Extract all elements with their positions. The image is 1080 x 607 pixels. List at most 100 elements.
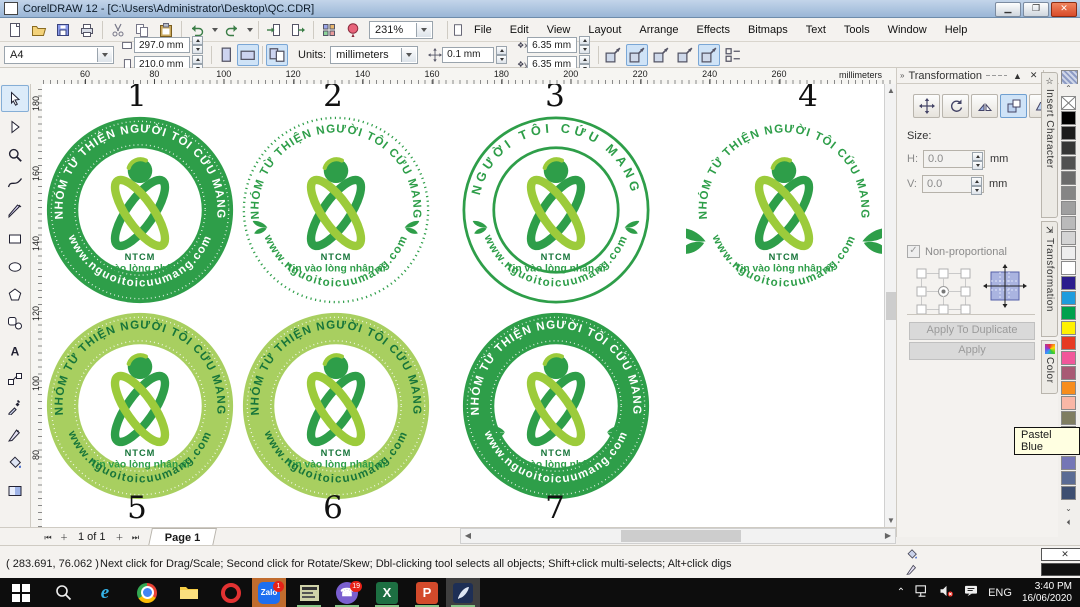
tray-expand-icon[interactable]: ⌃	[897, 587, 905, 598]
color-swatch[interactable]	[1061, 216, 1076, 230]
color-swatch[interactable]	[1061, 141, 1076, 155]
application-launcher-button[interactable]	[317, 19, 341, 41]
color-swatch[interactable]	[1061, 351, 1076, 365]
color-swatch[interactable]	[1061, 396, 1076, 410]
corel-online-button[interactable]	[341, 19, 365, 41]
vertical-scroll-thumb[interactable]	[886, 292, 896, 320]
horizontal-scroll-thumb[interactable]	[621, 530, 741, 542]
chevron-down-icon[interactable]	[97, 48, 112, 62]
polygon-tool[interactable]	[1, 281, 29, 308]
palette-options-icon[interactable]	[1061, 70, 1078, 85]
color-swatch[interactable]	[1061, 171, 1076, 185]
zoom-tool[interactable]	[1, 141, 29, 168]
menu-tools[interactable]: Tools	[835, 22, 879, 38]
landscape-button[interactable]	[237, 44, 259, 66]
badge-number-label[interactable]: 3	[545, 84, 565, 114]
taskbar-internet-explorer[interactable]: e	[88, 578, 122, 607]
scroll-right-arrow[interactable]: ▶	[881, 529, 895, 543]
add-page-after-button[interactable]: ＋	[112, 530, 128, 545]
badge-number-label[interactable]: 1	[127, 84, 147, 114]
taskbar-viber[interactable]: ☎19	[330, 578, 364, 607]
badge-design-5[interactable]: NTCMTin vào lòng nhân áiNHÓM TỪ THIỆN NG…	[42, 308, 238, 504]
badge-number-label[interactable]: 2	[323, 84, 343, 114]
menu-help[interactable]: Help	[936, 22, 977, 38]
open-button[interactable]	[27, 19, 51, 41]
palette-expand-icon[interactable]: ⏴	[1061, 518, 1076, 528]
chevron-down-icon[interactable]	[401, 48, 416, 62]
horizontal-scrollbar[interactable]: ◀ ▶	[460, 528, 896, 544]
fill-indicator[interactable]: ✕	[905, 548, 1080, 561]
transform-rotate-button[interactable]	[942, 94, 969, 118]
close-button[interactable]: ✕	[1051, 2, 1077, 17]
taskbar-excel[interactable]: X	[370, 578, 404, 607]
interactive-blend-tool[interactable]	[1, 365, 29, 392]
clock[interactable]: 3:40 PM 16/06/2020	[1022, 581, 1072, 605]
chevron-down-icon[interactable]	[416, 23, 431, 37]
menu-effects[interactable]: Effects	[688, 22, 739, 38]
badge-number-label[interactable]: 7	[545, 490, 565, 526]
snap-to-objects-button[interactable]	[650, 44, 672, 66]
snap-to-grid-button[interactable]	[602, 44, 624, 66]
paper-width-spinner[interactable]	[192, 36, 203, 54]
snap-to-guidelines-button[interactable]	[626, 44, 648, 66]
taskbar-coreldraw[interactable]	[446, 578, 480, 607]
taskbar-system-app[interactable]	[292, 578, 326, 607]
fill-tool[interactable]	[1, 449, 29, 476]
new-button[interactable]	[3, 19, 27, 41]
text-tool[interactable]: A	[1, 337, 29, 364]
color-swatch[interactable]	[1061, 261, 1076, 275]
menu-file[interactable]: File	[465, 22, 501, 38]
taskbar-chrome[interactable]	[130, 578, 164, 607]
v-size-field[interactable]: 0.0	[922, 175, 984, 193]
interactive-fill-tool[interactable]	[1, 477, 29, 504]
color-swatch-none[interactable]	[1061, 96, 1076, 110]
badge-design-7[interactable]: NTCMTin vào lòng nhân áiNHÓM TỪ THIỆN NG…	[458, 308, 654, 504]
docker-close-icon[interactable]: ✕	[1028, 70, 1040, 81]
first-page-button[interactable]: ⏮	[40, 530, 56, 545]
color-swatch[interactable]	[1061, 381, 1076, 395]
badge-design-1[interactable]: NTCMTin vào lòng nhân áiNHÓM TỪ THIỆN NG…	[42, 112, 238, 308]
taskbar-powerpoint[interactable]: P	[410, 578, 444, 607]
color-swatch[interactable]	[1061, 471, 1076, 485]
paper-width-field[interactable]: 297.0 mm	[134, 37, 190, 53]
taskbar-start[interactable]	[4, 578, 38, 607]
h-size-field[interactable]: 0.0	[923, 150, 985, 168]
palette-scroll-up-icon[interactable]: ⌃	[1061, 84, 1076, 93]
color-swatch[interactable]	[1061, 111, 1076, 125]
transform-size-button[interactable]	[1000, 94, 1027, 118]
property-options-button[interactable]	[722, 44, 744, 66]
save-button[interactable]	[51, 19, 75, 41]
color-swatch[interactable]	[1061, 126, 1076, 140]
menu-bitmaps[interactable]: Bitmaps	[739, 22, 797, 38]
docker-collapse-icon[interactable]: »	[900, 71, 904, 80]
color-swatch[interactable]	[1061, 321, 1076, 335]
rectangle-tool[interactable]	[1, 225, 29, 252]
last-page-button[interactable]: ⏭	[128, 530, 144, 545]
treat-as-filled-button[interactable]	[698, 44, 720, 66]
duplicate-distance-x-field[interactable]: 6.35 mm	[527, 37, 577, 53]
set-for-all-pages-button[interactable]	[266, 44, 288, 66]
portrait-button[interactable]	[215, 44, 237, 66]
language-indicator[interactable]: ENG	[988, 587, 1012, 599]
transform-scale-mirror-button[interactable]	[971, 94, 998, 118]
anchor-point-grid[interactable]	[911, 264, 977, 319]
nudge-offset-field[interactable]: 0.1 mm	[442, 47, 494, 63]
taskbar-zalo[interactable]: Zalo1	[252, 578, 286, 607]
duplicate-x-spinner[interactable]	[579, 36, 590, 54]
docker-tab-color[interactable]: Color	[1041, 340, 1058, 394]
color-swatch[interactable]	[1061, 246, 1076, 260]
non-proportional-checkbox[interactable]: ✓ Non-proportional	[907, 245, 1007, 258]
minimize-button[interactable]: ▁	[995, 2, 1021, 17]
badge-number-label[interactable]: 5	[127, 490, 147, 526]
menu-text[interactable]: Text	[797, 22, 835, 38]
color-swatch[interactable]	[1061, 156, 1076, 170]
color-swatch[interactable]	[1061, 276, 1076, 290]
docker-tab-insert-character[interactable]: ☆Insert Character	[1041, 72, 1058, 218]
color-swatch[interactable]	[1061, 411, 1076, 425]
page-tab[interactable]: Page 1	[148, 528, 217, 546]
taskbar-opera[interactable]	[214, 578, 248, 607]
transform-position-button[interactable]	[913, 94, 940, 118]
ellipse-tool[interactable]	[1, 253, 29, 280]
color-swatch[interactable]	[1061, 456, 1076, 470]
undo-dropdown-icon[interactable]	[209, 19, 220, 41]
